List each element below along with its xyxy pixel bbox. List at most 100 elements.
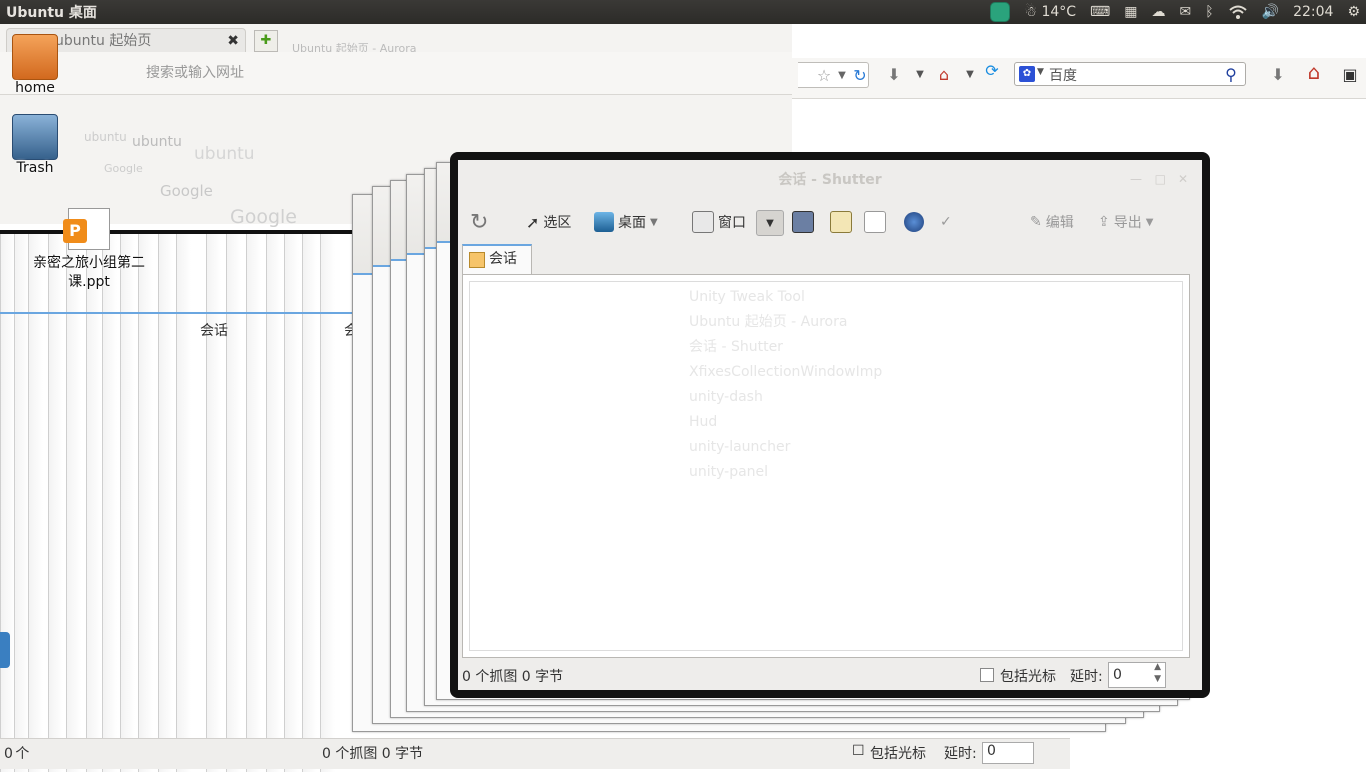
menu-capture-button[interactable] <box>792 210 814 234</box>
keyboard-icon[interactable]: ⌨ <box>1090 4 1110 20</box>
edit-label: 编辑 <box>1045 215 1074 231</box>
ghost-logo: ubuntu <box>84 130 127 144</box>
globe-button[interactable] <box>904 210 924 234</box>
edit-button[interactable]: ✎ 编辑 <box>1030 210 1074 234</box>
window-button[interactable]: 窗口 <box>692 210 746 234</box>
wifi-icon[interactable] <box>1228 4 1248 20</box>
ghost-list-item: unity-dash <box>689 389 763 405</box>
ghost-logo-2: ubuntu <box>132 134 182 150</box>
ghost-list-item: Ubuntu 起始页 - Aurora <box>689 314 848 330</box>
export-icon: ⇪ <box>1098 214 1110 230</box>
reload-icon[interactable]: ↻ <box>850 65 870 85</box>
window-title: 会话 - Shutter <box>778 172 882 188</box>
web-capture-button[interactable] <box>864 210 886 234</box>
browser-toolbar-right: ☆ ▼ ↻ ⬇ ▼ ⌂ ▼ ⟳ ✿ ▼ 百度 ⚲ ⬇ ⌂ ▣ <box>792 58 1366 99</box>
panel-title: Ubuntu 桌面 <box>6 5 97 21</box>
calendar-icon[interactable]: ▦ <box>1124 4 1137 20</box>
home-icon[interactable]: ⌂ <box>1304 60 1324 84</box>
desktop-label: 桌面 <box>618 215 646 231</box>
stack-status-text: 0 个抓图 0 字节 <box>322 746 424 762</box>
close-icon[interactable]: ✖ <box>227 29 239 53</box>
tab-session[interactable]: 会话 <box>462 244 532 274</box>
desktop-icon-label: Trash <box>16 160 54 176</box>
download-block-icon[interactable]: ⬇ <box>884 64 904 84</box>
ghost-window-list: Unity Tweak Tool Ubuntu 起始页 - Aurora 会话 … <box>689 285 882 485</box>
sync-icon[interactable]: ⟳ <box>982 60 1002 80</box>
stack-statusbar: 0 个 0 个抓图 0 字节 ☐ 包括光标 延时: 0 <box>0 738 1070 769</box>
search-input[interactable]: ✿ ▼ 百度 ⚲ <box>1014 62 1246 86</box>
window-icon <box>692 211 714 233</box>
export-button[interactable]: ⇪ 导出 ▼ <box>1098 210 1153 234</box>
folder-icon <box>12 34 58 80</box>
stack-status-repeat: 0 个 <box>4 746 29 762</box>
url-input-end[interactable]: ☆ ▼ ↻ <box>798 62 869 88</box>
chevron-down-icon: ▼ <box>766 217 774 229</box>
desktop-button[interactable]: 桌面 ▼ <box>594 210 658 234</box>
delay-spinner[interactable]: 0 ▲ ▼ <box>1108 662 1166 688</box>
spinner-arrows-icon[interactable]: ▲ ▼ <box>1154 661 1161 685</box>
ghost-list-item: XfixesCollectionWindowImp <box>689 364 883 380</box>
window-label: 窗口 <box>718 215 746 231</box>
checkbox[interactable]: ☐ <box>852 743 865 759</box>
volume-icon[interactable]: 🔊 <box>1262 4 1279 20</box>
desktop-icon-home[interactable]: home <box>6 34 64 96</box>
temperature-text: 14°C <box>1041 4 1077 20</box>
search-icon[interactable]: ⚲ <box>1221 64 1241 84</box>
tab-title: ubuntu 起始页 <box>55 33 152 49</box>
selection-button[interactable]: ➚ 选区 <box>526 210 571 234</box>
pen-icon: ✎ <box>1030 214 1042 230</box>
chevron-down-icon[interactable]: ▼ <box>650 217 658 228</box>
refresh-button[interactable]: ↻ <box>470 209 489 235</box>
checkmark-icon[interactable]: ✓ <box>940 210 952 234</box>
app-indicator-icon[interactable] <box>990 2 1011 22</box>
clock[interactable]: 22:04 <box>1293 4 1333 20</box>
delay-spinner[interactable]: 0 <box>982 742 1034 764</box>
chevron-down-icon[interactable]: ▼ <box>910 64 930 84</box>
gear-icon[interactable]: ⚙ <box>1347 4 1360 20</box>
window-menu-button[interactable]: ▼ <box>756 210 784 236</box>
chevron-down-icon[interactable]: ▼ <box>1037 67 1044 77</box>
new-tab-button[interactable]: ✚ <box>254 30 278 52</box>
close-icon[interactable]: ✕ <box>1178 172 1188 186</box>
minimize-icon[interactable]: — <box>1130 172 1142 186</box>
bluetooth-icon[interactable]: ᛒ <box>1205 4 1213 20</box>
search-engine-text: 百度 <box>1049 68 1077 84</box>
stack-tab-label: 会话 <box>200 323 228 339</box>
export-label: 导出 <box>1113 215 1142 231</box>
addon-home-icon[interactable]: ⌂ <box>934 64 954 84</box>
ghost-google-3: Google <box>230 206 298 228</box>
trash-icon <box>12 114 58 160</box>
tooltip-icon <box>830 211 852 233</box>
mail-icon[interactable]: ✉ <box>1180 4 1192 20</box>
cursor-icon: ➚ <box>526 212 540 232</box>
desktop-icon-trash[interactable]: Trash <box>6 114 64 176</box>
browser-toolbar: 搜索或输入网址 <box>0 52 792 95</box>
weather-indicator[interactable]: ☃ 14°C <box>1024 4 1076 20</box>
include-cursor-label: 包括光标 <box>1000 669 1056 685</box>
refresh-icon: ↻ <box>470 209 489 235</box>
download-icon[interactable]: ⬇ <box>1268 64 1288 84</box>
include-cursor-label: 包括光标 <box>870 746 926 762</box>
shutter-window: 会话 - Shutter — □ ✕ ↻ ➚ 选区 桌面 ▼ 窗口 ▼ ✓ ✎ … <box>450 152 1210 698</box>
ghost-google-1: Google <box>104 162 143 175</box>
chevron-down-icon[interactable]: ▼ <box>832 65 852 85</box>
delay-label: 延时: <box>944 746 977 762</box>
ghost-list-item: Hud <box>689 414 718 430</box>
cloud-icon[interactable]: ☁ <box>1152 4 1166 20</box>
desktop-icon-ppt[interactable]: P 亲密之旅小组第二课.ppt <box>26 208 152 292</box>
baidu-icon[interactable]: ✿ <box>1019 66 1035 82</box>
web-icon <box>864 211 886 233</box>
tooltip-capture-button[interactable] <box>830 210 852 234</box>
weather-icon: ☃ <box>1024 4 1037 20</box>
delay-value: 0 <box>1113 667 1122 683</box>
ghost-list-item: unity-launcher <box>689 439 791 455</box>
chevron-down-icon[interactable]: ▼ <box>1146 217 1154 228</box>
globe-icon <box>904 212 924 232</box>
include-cursor-checkbox[interactable] <box>980 668 994 682</box>
url-input[interactable]: 搜索或输入网址 <box>146 62 406 84</box>
menu-icon[interactable]: ▣ <box>1340 64 1360 84</box>
ghost-list-item: Unity Tweak Tool <box>689 289 805 305</box>
maximize-icon[interactable]: □ <box>1155 172 1166 186</box>
chevron-down-icon[interactable]: ▼ <box>960 64 980 84</box>
star-icon[interactable]: ☆ <box>814 65 834 85</box>
